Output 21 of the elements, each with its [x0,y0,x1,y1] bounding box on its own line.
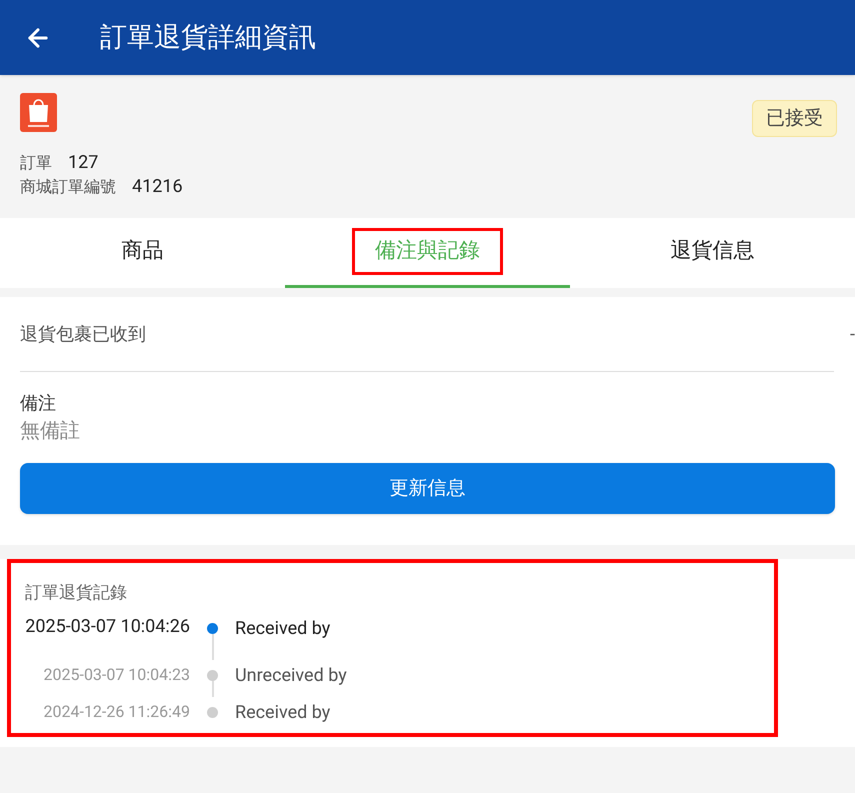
log-text: Received by [235,700,330,724]
field-value: 127 [68,150,98,174]
update-button[interactable]: 更新信息 [20,463,835,514]
tab[interactable]: 商品 [0,218,285,288]
log-text: Unreceived by [235,664,347,688]
field-label: 訂單 [20,152,52,174]
tab[interactable]: 退貨信息 [570,218,855,288]
shopping-bag-logo-icon [20,93,57,132]
note-label: 備注 [20,392,57,416]
received-label: 退貨包裹已收到 [20,322,146,346]
log-time: 2025-03-07 10:04:26 [25,614,190,636]
log-time: 2024-12-26 11:26:49 [42,700,190,722]
note-value: 無備註 [20,417,81,444]
status-badge: 已接受 [752,100,837,136]
field-value: 41216 [132,174,183,198]
received-value: - [850,322,855,346]
field-label: 商城訂單編號 [20,176,116,198]
log-title: 訂單退貨記錄 [25,583,127,603]
log-text: Received by [235,616,330,640]
page-title: 訂單退貨詳細資訊 [100,20,316,56]
log-time: 2025-03-07 10:04:23 [42,664,190,684]
